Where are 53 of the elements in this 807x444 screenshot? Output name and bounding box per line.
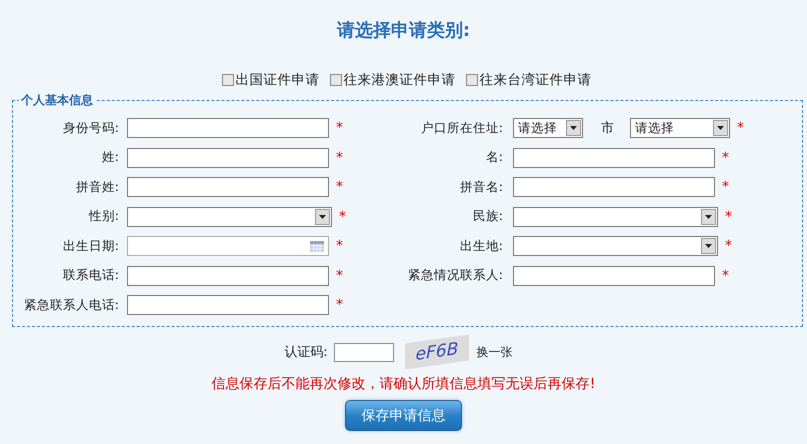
page-title: 请选择申请类别:	[336, 19, 472, 43]
field-label: 姓:	[100, 149, 119, 166]
city-dropdown[interactable]: 请选择	[630, 118, 730, 138]
category-checkbox[interactable]: 往来台湾证件申请	[466, 71, 592, 89]
category-checkbox[interactable]: 往来港澳证件申请	[330, 71, 456, 89]
field-label: 民族:	[472, 208, 503, 225]
captcha-field[interactable]	[334, 342, 394, 362]
text-field[interactable]	[513, 266, 715, 286]
required-mark: *	[722, 179, 729, 195]
required-mark: *	[336, 179, 343, 195]
field-label: 紧急联系人电话:	[22, 296, 119, 314]
required-mark: *	[737, 120, 744, 136]
field-label: 拼音名:	[458, 178, 503, 196]
province-dropdown[interactable]: 请选择	[513, 118, 583, 138]
required-mark: *	[336, 297, 343, 313]
save-button[interactable]: 保存申请信息	[345, 400, 462, 431]
required-mark: *	[336, 238, 343, 254]
dropdown[interactable]	[513, 206, 718, 226]
required-mark: *	[725, 238, 732, 254]
required-mark: *	[725, 208, 732, 224]
text-field[interactable]	[127, 295, 329, 315]
field-label: 名:	[484, 149, 503, 166]
required-mark: *	[722, 150, 729, 166]
field-label: 紧急情况联系人:	[406, 267, 503, 284]
required-mark: *	[336, 150, 343, 166]
date-field[interactable]	[127, 236, 329, 256]
text-field[interactable]	[127, 177, 329, 197]
category-checkbox[interactable]: 出国证件申请	[222, 71, 320, 89]
text-field[interactable]	[513, 177, 715, 197]
field-label: 拼音姓:	[74, 178, 119, 196]
refresh-captcha-link[interactable]: 换一张	[476, 344, 513, 360]
required-mark: *	[339, 208, 346, 224]
captcha-label: 认证码:	[284, 344, 328, 361]
text-field[interactable]	[127, 148, 329, 168]
captcha-image: eF6B	[404, 334, 469, 370]
section-legend: 个人基本信息	[19, 93, 95, 107]
text-field[interactable]	[127, 118, 329, 138]
field-label: 联系电话:	[62, 267, 119, 284]
dropdown[interactable]	[513, 236, 718, 256]
warning-text: 信息保存后不能再次修改，请确认所填信息填写无误后再保存!	[210, 375, 596, 393]
required-mark: *	[722, 268, 729, 284]
required-mark: *	[336, 268, 343, 284]
field-label: 户口所在住址:	[420, 120, 503, 136]
text-field[interactable]	[513, 148, 715, 168]
city-label: 市	[601, 120, 614, 137]
dropdown[interactable]	[127, 206, 332, 226]
field-label: 出生日期:	[62, 238, 119, 254]
text-field[interactable]	[127, 266, 329, 286]
field-label: 出生地:	[458, 238, 503, 254]
field-label: 性别:	[88, 208, 119, 225]
calendar-icon	[310, 240, 324, 252]
field-label: 身份号码:	[62, 120, 119, 136]
required-mark: *	[336, 120, 343, 136]
